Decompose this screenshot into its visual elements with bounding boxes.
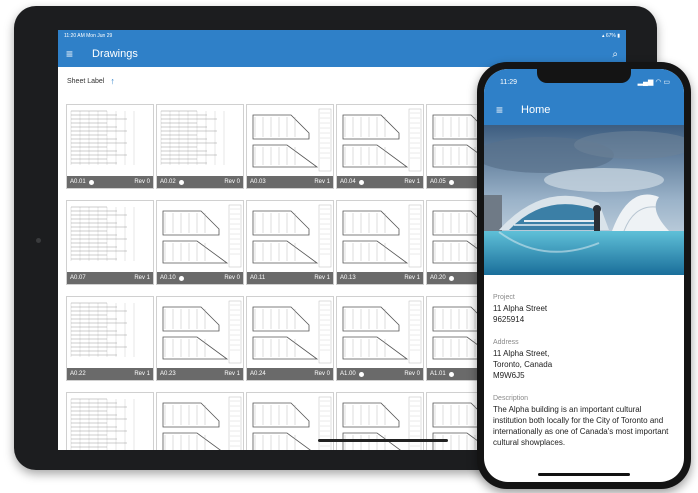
iphone-device: 11:29 ▂▄▆ ◠ ▭ ≡ Home Project 11 Alpha St… [477,62,691,489]
tile-label-bar: A0.07 Rev 1 [67,272,153,284]
tile-label-bar: A0.22 Rev 1 [67,368,153,380]
sort-label: Sheet Label [67,77,105,85]
tile-label-bar: A0.23 Rev 1 [157,368,243,380]
description-text: The Alpha building is an important cultu… [493,405,669,447]
markup-indicator-icon [448,371,454,377]
revision-label: Rev 1 [314,179,330,185]
drawing-tile[interactable]: A0.23 Rev 1 [156,296,244,381]
tile-label-bar: A0.04 Rev 1 [337,176,423,188]
drawing-tile[interactable]: A0.13 Rev 1 [336,200,424,285]
sheet-number: A0.20 [430,275,446,281]
tile-label-bar: A0.13 Rev 1 [337,272,423,284]
ipad-battery: ▴ 67% ▮ [601,32,620,39]
markup-indicator-icon [88,179,94,185]
sort-arrow-icon[interactable]: ↑ [110,76,115,86]
project-details: Project 11 Alpha Street 9625914 Address … [484,280,684,448]
sheet-number: A0.07 [70,275,86,281]
hamburger-menu-icon[interactable]: ≡ [496,103,503,117]
drawing-thumbnail [70,398,135,450]
sheet-number: A0.02 [160,179,176,185]
drawing-tile[interactable]: A0.02 Rev 0 [156,104,244,189]
sheet-number: A1.01 [430,371,446,377]
iphone-status-time: 11:29 [500,78,517,86]
project-number: 9625914 [493,315,525,324]
project-hero-image [484,125,684,275]
project-label: Project [493,294,515,301]
drawing-tile[interactable]: A0.24 Rev 0 [246,296,334,381]
hamburger-menu-icon[interactable]: ≡ [66,48,80,60]
iphone-screen: 11:29 ▂▄▆ ◠ ▭ ≡ Home Project 11 Alpha St… [484,69,684,482]
revision-label: Rev 1 [404,275,420,281]
revision-label: Rev 0 [404,371,420,377]
markup-indicator-icon [178,179,184,185]
markup-indicator-icon [178,275,184,281]
ipad-status-time: 11:20 AM Mon Jun 29 [64,32,113,39]
sheet-number: A0.24 [250,371,266,377]
revision-label: Rev 0 [134,179,150,185]
description-label: Description [493,395,529,402]
project-name: 11 Alpha Street [493,304,548,313]
sheet-number: A0.11 [250,275,266,281]
iphone-home-indicator [538,473,630,476]
markup-indicator-icon [358,179,364,185]
signal-wifi-battery-icon: ▂▄▆ ◠ ▭ [637,79,670,86]
drawing-tile[interactable]: A0.03 Rev 1 [246,104,334,189]
sheet-number: A0.03 [250,179,266,185]
tile-label-bar: A0.03 Rev 1 [247,176,333,188]
tile-label-bar: A0.11 Rev 1 [247,272,333,284]
drawing-tile[interactable] [66,392,154,450]
revision-label: Rev 1 [134,275,150,281]
address-line2: Toronto, Canada [493,360,553,369]
drawing-thumbnail [162,396,242,450]
sheet-number: A0.10 [160,275,176,281]
drawing-tile[interactable]: A0.04 Rev 1 [336,104,424,189]
tile-label-bar: A0.02 Rev 0 [157,176,243,188]
address-line1: 11 Alpha Street, [493,349,550,358]
address-line3: M9W6J5 [493,371,525,380]
tile-label-bar: A0.01 Rev 0 [67,176,153,188]
ipad-home-indicator [318,439,448,442]
drawing-tile[interactable]: A0.01 Rev 0 [66,104,154,189]
sheet-number: A0.04 [340,179,356,185]
sheet-number: A0.01 [70,179,86,185]
markup-indicator-icon [358,371,364,377]
ipad-camera [36,238,41,243]
address-label: Address [493,339,519,346]
sheet-number: A0.23 [160,371,176,377]
drawing-tile[interactable]: A0.07 Rev 1 [66,200,154,285]
sheet-number: A0.13 [340,275,356,281]
revision-label: Rev 1 [224,371,240,377]
revision-label: Rev 1 [314,275,330,281]
iphone-notch [537,69,631,83]
iphone-app-bar: ≡ Home [484,95,684,125]
tile-label-bar: A0.24 Rev 0 [247,368,333,380]
page-title: Drawings [92,48,138,60]
drawing-tile[interactable]: A1.00 Rev 0 [336,296,424,381]
revision-label: Rev 0 [224,275,240,281]
drawing-tile[interactable]: A0.11 Rev 1 [246,200,334,285]
sheet-number: A1.00 [340,371,356,377]
revision-label: Rev 0 [314,371,330,377]
tile-label-bar: A0.10 Rev 0 [157,272,243,284]
revision-label: Rev 1 [134,371,150,377]
drawing-tile[interactable]: A0.22 Rev 1 [66,296,154,381]
sheet-number: A0.05 [430,179,446,185]
ipad-status-bar: 11:20 AM Mon Jun 29 ▴ 67% ▮ [58,30,626,41]
markup-indicator-icon [448,275,454,281]
markup-indicator-icon [448,179,454,185]
tile-label-bar: A1.00 Rev 0 [337,368,423,380]
search-icon[interactable]: ⌕ [612,49,618,60]
drawing-tile[interactable]: A0.10 Rev 0 [156,200,244,285]
revision-label: Rev 1 [404,179,420,185]
drawing-tile[interactable] [156,392,244,450]
revision-label: Rev 0 [224,179,240,185]
page-title: Home [521,104,551,116]
sheet-number: A0.22 [70,371,86,377]
